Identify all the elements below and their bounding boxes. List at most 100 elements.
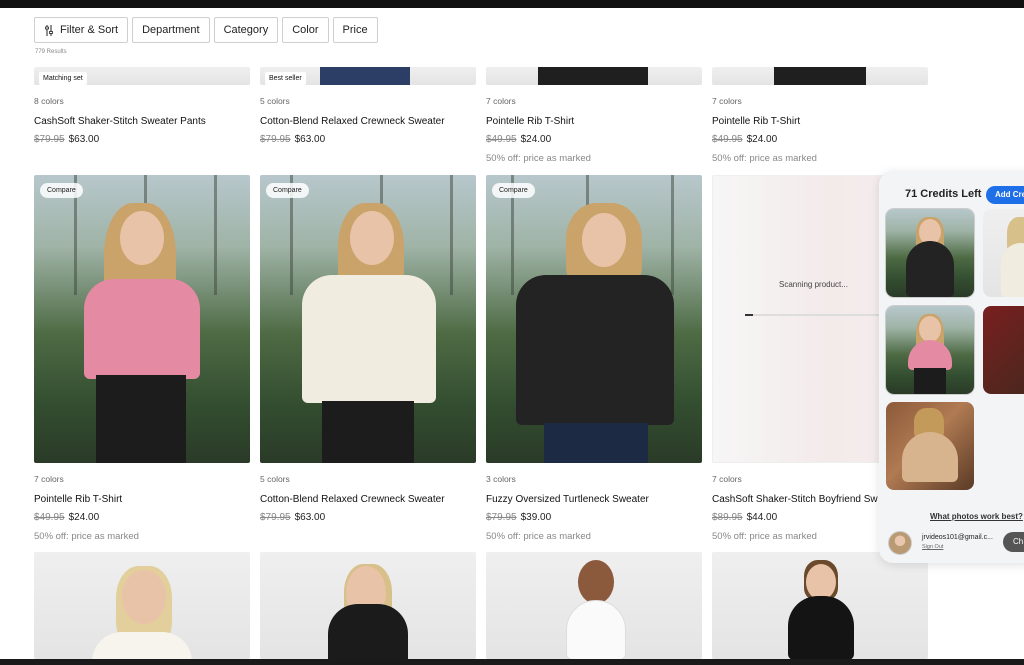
sale-price: $63.00 xyxy=(294,134,326,145)
results-count: 779 Results xyxy=(35,49,67,55)
product-price: $49.95 $24.00 xyxy=(486,134,702,145)
product-card[interactable] xyxy=(712,552,928,659)
color-count: 7 colors xyxy=(34,474,64,484)
product-tag: Matching set xyxy=(39,72,87,85)
discount-note: 50% off: price as marked xyxy=(34,531,139,542)
sign-out-link[interactable]: Sign Out xyxy=(922,544,943,550)
product-price: $79.95 $39.00 xyxy=(486,512,702,523)
sale-price: $24.00 xyxy=(520,134,552,145)
product-card[interactable]: 7 colors Pointelle Rib T-Shirt $49.95 $24… xyxy=(712,67,928,164)
model-top xyxy=(84,279,200,379)
product-card[interactable]: Matching set 8 colors CashSoft Shaker-St… xyxy=(34,67,250,145)
filter-bar: Filter & Sort Department Category Color … xyxy=(34,17,378,43)
filter-sort-button[interactable]: Filter & Sort xyxy=(34,17,129,43)
pants-graphic xyxy=(538,67,648,85)
product-image[interactable] xyxy=(486,552,702,659)
product-price: $49.95 $24.00 xyxy=(34,512,250,523)
photo-thumbnail[interactable] xyxy=(886,402,974,490)
sliders-icon xyxy=(45,24,53,36)
photo-thumbnail[interactable] xyxy=(886,209,974,297)
color-count: 7 colors xyxy=(486,96,516,106)
product-name[interactable]: Fuzzy Oversized Turtleneck Sweater xyxy=(486,494,702,505)
photos-help-link[interactable]: What photos work best? xyxy=(930,512,1023,521)
model-top xyxy=(302,275,436,403)
price-filter[interactable]: Price xyxy=(332,17,378,43)
sale-price: $44.00 xyxy=(746,512,778,523)
product-card[interactable] xyxy=(34,552,250,659)
product-image[interactable]: Best seller xyxy=(260,67,476,85)
product-card[interactable]: 7 colors Pointelle Rib T-Shirt $49.95 $24… xyxy=(486,67,702,164)
original-price: $49.95 xyxy=(486,134,517,145)
product-name[interactable]: CashSoft Shaker-Stitch Sweater Pants xyxy=(34,116,250,127)
browser-top-bar xyxy=(0,0,1024,8)
product-card[interactable]: Compare 5 colors Cotton-Blend Relaxed Cr… xyxy=(260,175,476,523)
filter-sort-label: Filter & Sort xyxy=(60,24,119,36)
product-name[interactable]: Cotton-Blend Relaxed Crewneck Sweater xyxy=(260,494,476,505)
scan-progress-fill xyxy=(745,314,753,316)
product-image[interactable] xyxy=(712,67,928,85)
sale-price: $63.00 xyxy=(294,512,326,523)
product-price: $79.95 $63.00 xyxy=(34,134,250,145)
color-count: 5 colors xyxy=(260,474,290,484)
discount-note: 50% off: price as marked xyxy=(486,531,591,542)
original-price: $49.95 xyxy=(34,512,65,523)
user-email: jrvideos101@gmail.c... xyxy=(922,534,993,541)
product-card[interactable]: Compare 7 colors Pointelle Rib T-Shirt $… xyxy=(34,175,250,542)
sale-price: $24.00 xyxy=(746,134,778,145)
sale-price: $24.00 xyxy=(68,512,100,523)
department-filter[interactable]: Department xyxy=(132,17,210,43)
original-price: $79.95 xyxy=(34,134,65,145)
color-count: 7 colors xyxy=(712,96,742,106)
color-count: 8 colors xyxy=(34,96,64,106)
product-image[interactable]: Compare xyxy=(486,175,702,463)
product-image[interactable] xyxy=(260,552,476,659)
product-price: $79.95 $63.00 xyxy=(260,134,476,145)
photo-thumbnail[interactable] xyxy=(886,306,974,394)
original-price: $89.95 xyxy=(712,512,743,523)
ch-button[interactable]: Ch xyxy=(1003,532,1024,552)
product-card[interactable] xyxy=(260,552,476,659)
color-filter[interactable]: Color xyxy=(282,17,329,43)
product-card[interactable] xyxy=(486,552,702,659)
photo-thumbnail[interactable] xyxy=(983,209,1024,297)
credits-panel: 71 Credits Left Add Cre What photos work… xyxy=(879,171,1024,563)
pants-graphic xyxy=(774,67,866,85)
color-count: 5 colors xyxy=(260,96,290,106)
scan-progress-track xyxy=(745,314,885,316)
user-avatar[interactable] xyxy=(888,531,912,555)
product-image[interactable]: Matching set xyxy=(34,67,250,85)
product-price: $49.95 $24.00 xyxy=(712,134,928,145)
original-price: $79.95 xyxy=(486,512,517,523)
category-filter[interactable]: Category xyxy=(213,17,279,43)
credits-left: 71 Credits Left xyxy=(905,188,982,200)
product-name[interactable]: Pointelle Rib T-Shirt xyxy=(712,116,928,127)
compare-button[interactable]: Compare xyxy=(40,183,83,198)
original-price: $79.95 xyxy=(260,134,291,145)
photo-thumbnail[interactable] xyxy=(983,306,1024,394)
product-image[interactable] xyxy=(712,552,928,659)
color-count: 3 colors xyxy=(486,474,516,484)
product-name[interactable]: Pointelle Rib T-Shirt xyxy=(486,116,702,127)
discount-note: 50% off: price as marked xyxy=(712,153,817,164)
browser-bottom-bar xyxy=(0,659,1024,665)
product-card[interactable]: Best seller 5 colors Cotton-Blend Relaxe… xyxy=(260,67,476,145)
add-credits-button[interactable]: Add Cre xyxy=(986,186,1024,204)
product-price: $79.95 $63.00 xyxy=(260,512,476,523)
original-price: $79.95 xyxy=(260,512,291,523)
product-card[interactable]: Compare 3 colors Fuzzy Oversized Turtlen… xyxy=(486,175,702,542)
product-image[interactable] xyxy=(486,67,702,85)
compare-button[interactable]: Compare xyxy=(492,183,535,198)
product-image[interactable] xyxy=(34,552,250,659)
discount-note: 50% off: price as marked xyxy=(486,153,591,164)
product-name[interactable]: Pointelle Rib T-Shirt xyxy=(34,494,250,505)
product-name[interactable]: Cotton-Blend Relaxed Crewneck Sweater xyxy=(260,116,476,127)
model-top xyxy=(516,275,674,425)
product-image[interactable]: Compare xyxy=(260,175,476,463)
product-tag: Best seller xyxy=(265,72,306,85)
compare-button[interactable]: Compare xyxy=(266,183,309,198)
jeans-graphic xyxy=(320,67,410,85)
original-price: $49.95 xyxy=(712,134,743,145)
product-image[interactable]: Compare xyxy=(34,175,250,463)
sale-price: $39.00 xyxy=(520,512,552,523)
scanning-status: Scanning product... xyxy=(779,280,848,289)
